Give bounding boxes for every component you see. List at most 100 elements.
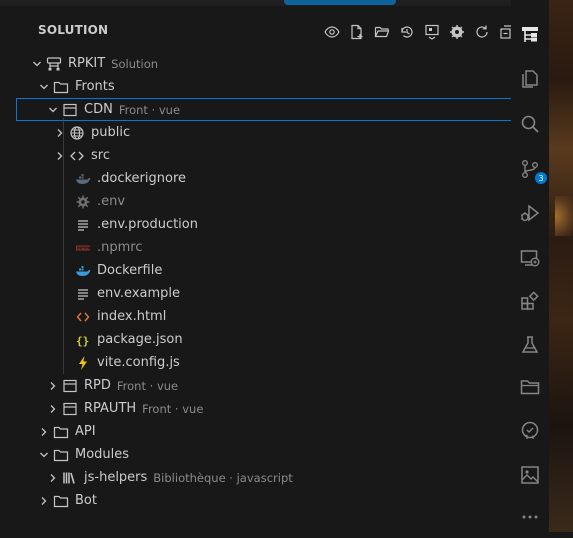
tree-item-env-example[interactable]: env.example (0, 282, 511, 305)
chevron-right-icon[interactable] (45, 470, 61, 486)
tree-item-label: env.example (97, 286, 181, 301)
tree-item-bot[interactable]: Bot (0, 489, 511, 512)
tree-item-npmrc[interactable]: .npmrc (0, 236, 511, 259)
project-icon (61, 102, 79, 118)
tree-item-solution[interactable]: RPKIT Solution (0, 52, 511, 75)
activity-source-control[interactable]: 3 (511, 152, 549, 190)
settings-gear-icon[interactable] (445, 21, 468, 43)
chevron-right-icon[interactable] (45, 378, 61, 394)
tree-item-label: Dockerfile (97, 263, 163, 278)
activity-extensions[interactable] (511, 284, 549, 322)
activity-folder[interactable] (511, 370, 549, 408)
tree-item-dockerignore[interactable]: .dockerignore (0, 167, 511, 190)
tree-item-label: .env (97, 194, 126, 209)
tree-item-src[interactable]: src (0, 144, 511, 167)
tree-item-vite-config[interactable]: vite.config.js (0, 351, 511, 374)
tree-item-label: src (91, 148, 110, 163)
folder-icon (519, 376, 541, 402)
image-preview-icon (519, 464, 541, 490)
docker-icon (74, 171, 92, 187)
editor-background-image (549, 0, 573, 532)
tree-item-label: RPAUTH (84, 401, 137, 416)
activity-remote-explorer[interactable] (511, 241, 549, 279)
tree-item-label: index.html (97, 309, 167, 324)
folder-icon (52, 424, 70, 440)
open-folder-icon[interactable] (370, 21, 393, 43)
tree-item-label: Fronts (75, 79, 115, 94)
tree-item-rpauth[interactable]: RPAUTH Front · vue (0, 397, 511, 420)
explorer-header: SOLUTION (0, 16, 514, 46)
tree-item-env-production[interactable]: .env.production (0, 213, 511, 236)
tree-item-label: public (91, 125, 131, 140)
tree-item-description: Front · vue (142, 401, 204, 416)
folder-icon (52, 447, 70, 463)
folder-icon (52, 79, 70, 95)
tree-item-public[interactable]: public (0, 121, 511, 144)
editor-background-glow (555, 196, 573, 236)
tree-item-description: Bibliothèque · javascript (153, 470, 293, 485)
tree-item-description: Solution (111, 56, 159, 71)
explorer-title: SOLUTION (38, 23, 109, 37)
tree-item-js-helpers[interactable]: js-helpers Bibliothèque · javascript (0, 466, 511, 489)
tree-item-label: .dockerignore (97, 171, 187, 186)
docker-icon (74, 263, 92, 279)
title-bar-button[interactable] (284, 0, 396, 5)
tree-item-label: vite.config.js (97, 355, 180, 370)
tree-item-index-html[interactable]: index.html (0, 305, 511, 328)
chevron-down-icon[interactable] (29, 56, 45, 72)
activity-more[interactable] (511, 500, 549, 538)
tree-item-label: .npmrc (97, 240, 143, 255)
code-brackets-icon (68, 148, 86, 164)
chevron-right-icon[interactable] (36, 424, 52, 440)
chevron-right-icon[interactable] (52, 125, 68, 141)
tree-item-description: Front · vue (116, 378, 179, 393)
project-icon (61, 401, 79, 417)
activity-run-debug[interactable] (511, 196, 549, 234)
tree-item-label: js-helpers (84, 470, 148, 485)
tree-item-label: CDN (84, 102, 113, 117)
extensions-icon (519, 290, 541, 316)
search-icon (519, 113, 541, 139)
source-control-badge: 3 (535, 172, 547, 184)
tree-item-fronts[interactable]: Fronts (0, 75, 511, 98)
chevron-down-icon[interactable] (45, 102, 61, 118)
tree-item-api[interactable]: API (0, 420, 511, 443)
tree-item-dockerfile[interactable]: Dockerfile (0, 259, 511, 282)
tree-item-label: RPD (84, 378, 111, 393)
files-icon (519, 68, 541, 94)
chevron-down-icon[interactable] (36, 79, 52, 95)
tree-item-label: Modules (75, 447, 130, 462)
activity-files[interactable] (511, 62, 549, 100)
globe-icon (68, 125, 86, 141)
folder-icon (52, 493, 70, 509)
tree-item-modules[interactable]: Modules (0, 443, 511, 466)
chevron-down-icon[interactable] (36, 447, 52, 463)
project-icon (61, 378, 79, 394)
activity-testing[interactable] (511, 328, 549, 366)
chevron-right-icon[interactable] (45, 401, 61, 417)
activity-github[interactable] (511, 414, 549, 452)
chevron-right-icon[interactable] (52, 148, 68, 164)
library-icon (61, 470, 79, 486)
tree-item-env[interactable]: .env (0, 190, 511, 213)
refresh-icon[interactable] (470, 21, 493, 43)
activity-bar: 3 (511, 0, 549, 532)
activity-image-preview[interactable] (511, 458, 549, 496)
tree-item-label: package.json (97, 332, 183, 347)
tree-item-label: RPKIT (68, 56, 106, 71)
activity-solution-explorer[interactable] (511, 18, 549, 56)
run-debug-icon (519, 202, 541, 228)
history-icon[interactable] (395, 21, 418, 43)
solution-explorer-icon (519, 24, 541, 50)
tree-item-label: .env.production (97, 217, 198, 232)
chevron-right-icon[interactable] (36, 493, 52, 509)
svg-text:{}: {} (76, 334, 89, 347)
tree-item-cdn[interactable]: CDN Front · vue (16, 98, 534, 121)
new-file-icon[interactable] (345, 21, 368, 43)
collapse-projects-icon[interactable] (420, 21, 443, 43)
activity-search[interactable] (511, 107, 549, 145)
html-icon (74, 309, 92, 325)
eye-icon[interactable] (320, 21, 343, 43)
tree-item-package-json[interactable]: {} package.json (0, 328, 511, 351)
tree-item-rpd[interactable]: RPD Front · vue (0, 374, 511, 397)
